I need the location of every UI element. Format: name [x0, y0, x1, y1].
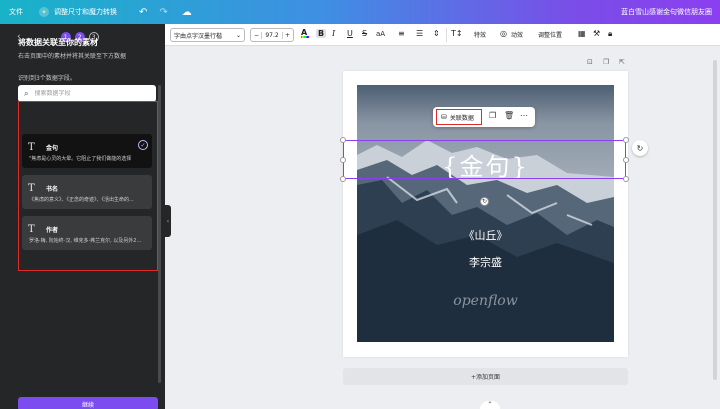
list-icon[interactable]: ☰	[416, 29, 423, 38]
align-center-icon[interactable]: ≡	[398, 29, 405, 38]
add-page-button[interactable]: +添加页面	[343, 368, 628, 385]
refresh-icon[interactable]: ↻	[632, 140, 648, 156]
selection-box	[343, 140, 626, 179]
font-family-select[interactable]: 字由点字汉墨行楷 ⌄	[170, 28, 245, 42]
increase-size-button[interactable]: +	[285, 32, 290, 39]
animate-icon: ◎	[500, 29, 507, 38]
duplicate-page-icon[interactable]: ❐	[603, 58, 609, 66]
effects-button[interactable]: 特效	[474, 30, 486, 39]
highlight-box	[18, 101, 158, 271]
font-size-value[interactable]: 97.2	[261, 31, 283, 39]
redo-icon[interactable]: ↷	[159, 7, 167, 18]
rainbow-bar-icon	[301, 36, 309, 38]
author-text[interactable]: 李宗盛	[357, 254, 614, 270]
search-icon: ⌕	[24, 88, 29, 98]
bold-button[interactable]: B	[316, 29, 327, 38]
resize-handle[interactable]	[623, 137, 629, 143]
link-data-button[interactable]: ⛁ 关联数据	[436, 109, 482, 125]
collapse-panel-icon[interactable]: ‹	[165, 205, 171, 237]
undo-icon[interactable]: ↶	[139, 7, 147, 18]
font-name: 字由点字汉墨行楷	[174, 32, 223, 40]
vertical-text-icon[interactable]: T↕	[451, 29, 463, 38]
document-title[interactable]: 蓝白雪山感谢金句微信朋友圈	[621, 7, 712, 17]
watermark-text: openflow	[453, 293, 518, 309]
continue-button[interactable]: 继续	[18, 397, 158, 409]
magic-resize-button[interactable]: ✦ 调整尺寸和魔力转换	[39, 7, 117, 17]
panel-title: 将数据关联至你的素材	[18, 38, 98, 47]
lock-icon[interactable]: 🔒︎	[608, 29, 612, 39]
element-context-toolbar: ⛁ 关联数据 ❐ 🗑︎ ⋯	[433, 107, 535, 127]
trash-icon[interactable]: 🗑︎	[504, 111, 514, 120]
canvas-scrollbar[interactable]	[713, 60, 717, 380]
toolbar-divider	[446, 28, 447, 42]
resize-handle[interactable]	[623, 176, 629, 182]
chevron-up-icon[interactable]: ⌃	[480, 401, 500, 409]
database-icon: ⛁	[441, 113, 447, 121]
resize-handle[interactable]	[340, 157, 346, 163]
italic-button[interactable]: I	[332, 29, 335, 38]
field-search[interactable]: ⌕	[18, 85, 156, 102]
text-color-button[interactable]: A	[301, 28, 309, 38]
strikethrough-button[interactable]: S	[362, 29, 367, 38]
cloud-save-icon[interactable]: ☁	[182, 7, 192, 18]
decrease-size-button[interactable]: −	[254, 32, 259, 39]
sparkle-icon: ✦	[39, 7, 49, 17]
lock-page-icon[interactable]: ⊡	[587, 58, 593, 66]
magic-resize-label: 调整尺寸和魔力转换	[54, 8, 117, 16]
panel-scrollbar[interactable]	[158, 85, 161, 383]
top-bar: 文件 ✦ 调整尺寸和魔力转换 ↶ ↷ ☁ 蓝白雪山感谢金句微信朋友圈	[0, 0, 720, 24]
more-icon[interactable]: ⋯	[520, 111, 528, 120]
underline-button[interactable]: U	[347, 29, 353, 38]
rotate-icon[interactable]: ↻	[480, 197, 489, 206]
transparency-icon[interactable]: ▦	[578, 29, 586, 38]
chevron-down-icon: ⌄	[235, 31, 241, 39]
letter-case-button[interactable]: aA	[376, 30, 385, 38]
text-toolbar: 字由点字汉墨行楷 ⌄ − 97.2 + A B I U S aA ≡ ☰ ⇕ T…	[165, 24, 720, 46]
resize-handle[interactable]	[340, 137, 346, 143]
paint-roller-icon[interactable]: ⚒	[593, 29, 600, 38]
animate-button[interactable]: 动效	[511, 30, 523, 39]
fields-found-text: 识别到3个数据字段。	[18, 75, 76, 82]
spacing-icon[interactable]: ⇕	[433, 29, 440, 38]
book-title-text[interactable]: 《山丘》	[357, 227, 614, 243]
font-size-stepper[interactable]: − 97.2 +	[250, 28, 294, 42]
resize-handle[interactable]	[340, 176, 346, 182]
copy-icon[interactable]: ❐	[489, 111, 496, 120]
search-input[interactable]	[34, 90, 135, 97]
add-page-icon[interactable]: ⇱	[619, 58, 625, 66]
file-menu[interactable]: 文件	[9, 7, 23, 17]
position-button[interactable]: 调整位置	[538, 30, 562, 39]
panel-subtitle: 右击页面中的素材并将其关联至下方数据	[18, 53, 127, 60]
link-data-label: 关联数据	[449, 114, 474, 122]
resize-handle[interactable]	[623, 157, 629, 163]
